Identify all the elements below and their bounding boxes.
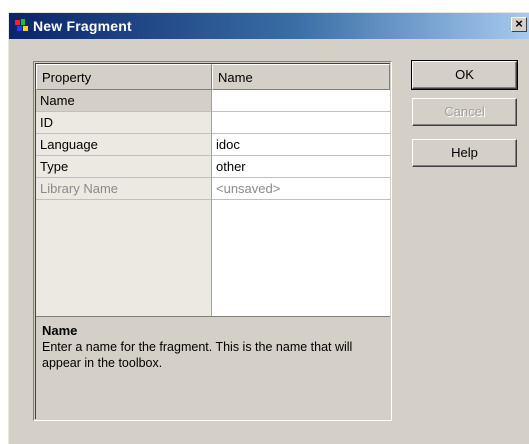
property-value-type[interactable]: other <box>212 156 390 178</box>
property-grid: Property Name Name ID Language idoc Type <box>33 61 392 421</box>
property-value-language[interactable]: idoc <box>212 134 390 156</box>
empty-grid-area <box>36 200 212 316</box>
close-button[interactable]: × <box>511 17 527 32</box>
grid-rows: Name ID Language idoc Type other Library… <box>36 90 390 316</box>
property-row-type[interactable]: Type other <box>36 156 390 178</box>
property-label: Name <box>36 90 212 112</box>
column-header-property[interactable]: Property <box>36 64 212 90</box>
new-fragment-dialog: New Fragment × Property Name Name ID Lan… <box>8 12 529 444</box>
ok-button[interactable]: OK <box>411 60 518 90</box>
cancel-button[interactable]: Cancel <box>412 98 517 126</box>
property-row-name[interactable]: Name <box>36 90 390 112</box>
grid-header: Property Name <box>36 64 390 90</box>
fragment-app-icon <box>15 19 29 32</box>
description-title: Name <box>42 323 78 338</box>
property-value-name-input[interactable] <box>212 90 390 112</box>
close-icon: × <box>515 16 523 31</box>
column-header-name[interactable]: Name <box>212 64 390 90</box>
description-text: Enter a name for the fragment. This is t… <box>42 340 353 370</box>
property-label: Library Name <box>36 178 212 200</box>
property-row-id[interactable]: ID <box>36 112 390 134</box>
property-row-library-name: Library Name <unsaved> <box>36 178 390 200</box>
property-value-library-name: <unsaved> <box>212 178 390 200</box>
property-value-id-input[interactable] <box>212 112 390 134</box>
help-button[interactable]: Help <box>412 139 517 167</box>
description-panel: Name Enter a name for the fragment. This… <box>36 316 390 419</box>
title-bar[interactable]: New Fragment × <box>9 13 529 39</box>
property-label: ID <box>36 112 212 134</box>
property-label: Language <box>36 134 212 156</box>
window-title: New Fragment <box>33 18 132 34</box>
property-row-language[interactable]: Language idoc <box>36 134 390 156</box>
property-label: Type <box>36 156 212 178</box>
